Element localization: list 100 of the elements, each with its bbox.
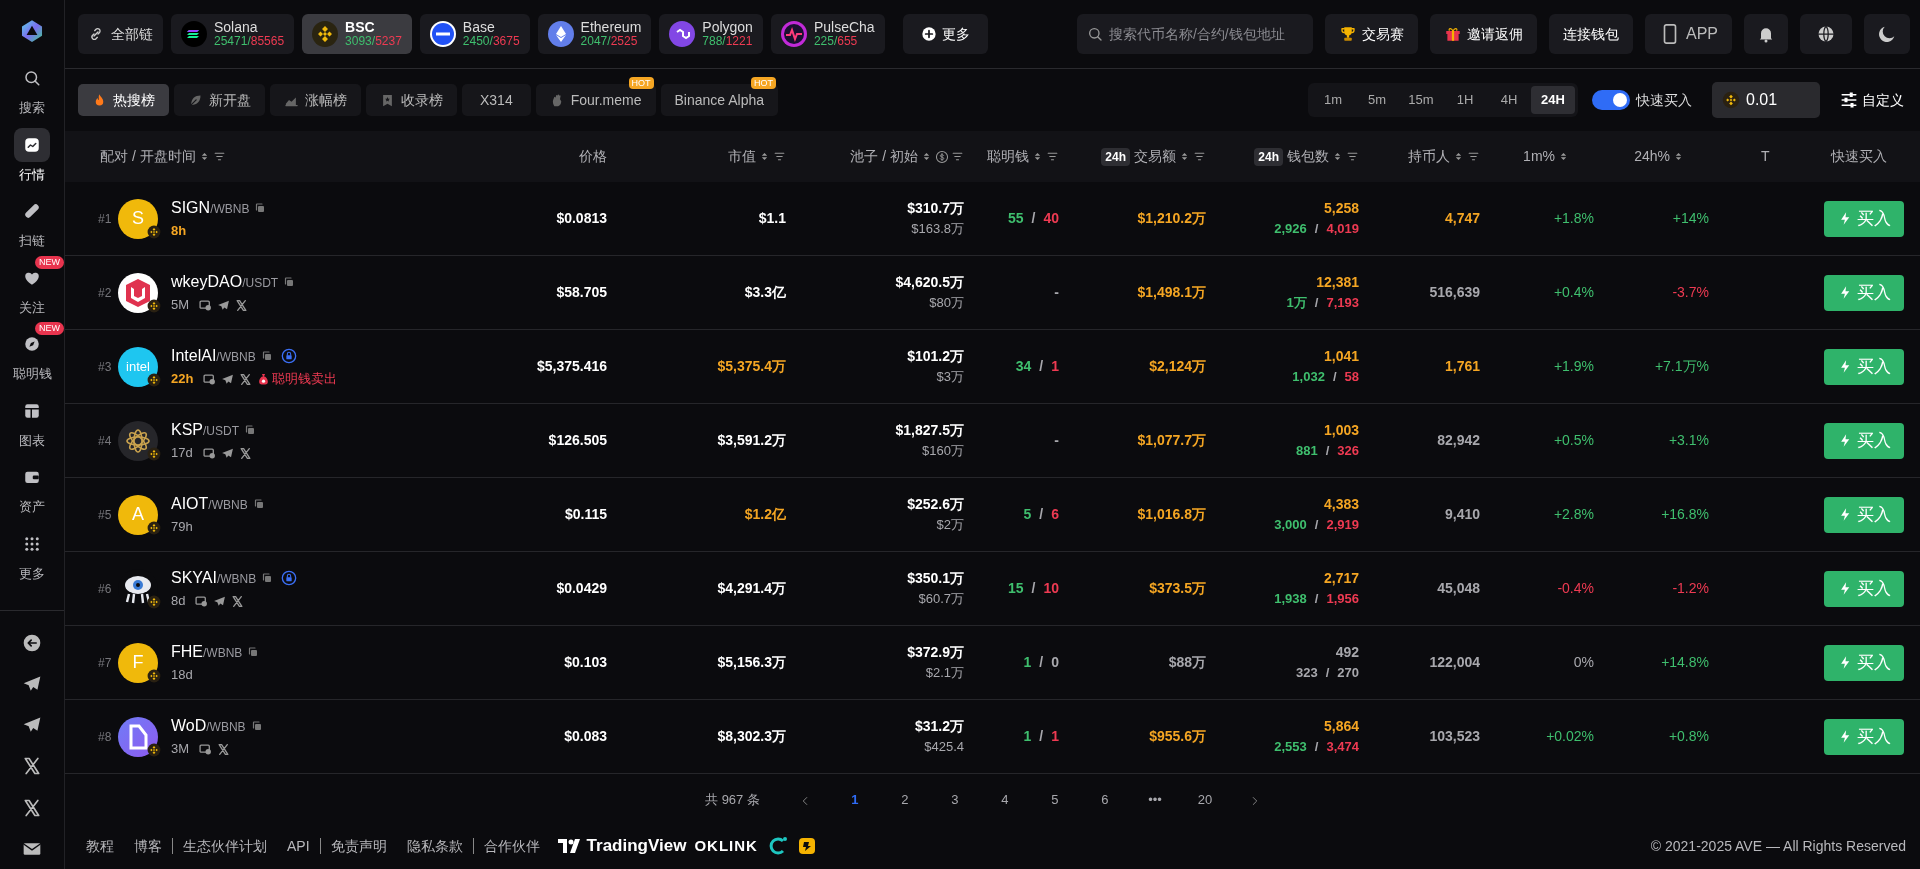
interval-tab[interactable]: 5m <box>1355 86 1399 114</box>
copy-icon[interactable] <box>254 202 267 215</box>
footer-link[interactable]: 免责声明 <box>320 835 397 857</box>
sidebar-item[interactable]: 资产 <box>4 455 60 522</box>
interval-tab[interactable]: 15m <box>1399 86 1443 114</box>
page-button[interactable]: 3 <box>929 789 980 811</box>
sidebar-item[interactable]: 更多 <box>4 521 60 589</box>
chain-tab[interactable]: Polygon 788/1221 <box>659 14 763 54</box>
filter-icon[interactable] <box>1046 150 1059 163</box>
paper-plane-icon[interactable] <box>221 372 235 386</box>
toggle-switch[interactable] <box>1592 90 1630 110</box>
more-button[interactable]: 更多 <box>902 14 988 54</box>
volume-cell: $373.5万 <box>1149 580 1206 596</box>
partner-icon[interactable] <box>797 837 816 855</box>
x-logo-icon[interactable] <box>238 446 252 460</box>
theme-button[interactable] <box>1864 14 1910 54</box>
interval-tab[interactable]: 4H <box>1487 86 1531 114</box>
copy-icon[interactable] <box>247 646 260 659</box>
filter-icon[interactable] <box>1346 150 1359 163</box>
token-pair[interactable]: IntelAI/WBNB <box>171 344 256 369</box>
paper-plane-icon[interactable] <box>213 594 227 608</box>
copy-icon[interactable] <box>250 720 263 733</box>
search-icon <box>23 69 41 88</box>
chain-tab[interactable]: BSC 3093/5237 <box>302 14 412 54</box>
page-button[interactable]: ••• <box>1129 789 1180 811</box>
chain-tab[interactable]: Ethereum 2047/2525 <box>537 14 652 54</box>
website-icon[interactable] <box>203 372 217 386</box>
sidebar-item[interactable]: 搜索 <box>4 56 60 123</box>
search-field[interactable]: 搜索代币名称/合约/钱包地址 <box>1077 14 1313 54</box>
header-button[interactable]: 邀请返佣 <box>1430 14 1537 54</box>
website-icon[interactable] <box>199 742 213 756</box>
interval-tab[interactable]: 24H <box>1531 86 1575 114</box>
filter-tab[interactable]: 新开盘 <box>174 84 265 116</box>
customize-button[interactable]: 自定义 <box>1834 88 1910 112</box>
page-button[interactable]: 20 <box>1179 789 1230 811</box>
website-icon[interactable] <box>202 446 216 460</box>
chain-tab[interactable]: Base 2450/3675 <box>419 14 530 54</box>
change-cell: -0.4% <box>1557 580 1594 596</box>
sidebar-item[interactable]: 行情 <box>4 122 60 190</box>
footer-link[interactable]: 生态伙伴计划 <box>173 835 277 857</box>
token-pair[interactable]: KSP/USDT <box>171 418 239 443</box>
page-button[interactable]: 4 <box>979 789 1030 811</box>
page-button[interactable]: 2 <box>879 789 930 811</box>
paper-plane-icon[interactable] <box>217 298 231 312</box>
page-button[interactable]: 6 <box>1079 789 1130 811</box>
page-button[interactable]: 5 <box>1029 789 1080 811</box>
footer-link[interactable]: API <box>277 835 320 857</box>
chain-tab[interactable]: Solana 25471/85565 <box>171 14 295 54</box>
footer-link[interactable]: 合作伙伴 <box>473 835 550 857</box>
token-pair[interactable]: SIGN/WBNB <box>171 196 250 221</box>
language-button[interactable] <box>1800 14 1852 54</box>
paper-plane-icon[interactable] <box>220 446 234 460</box>
chain-tab[interactable]: 全部链 <box>78 14 163 54</box>
header-button[interactable]: 连接钱包 <box>1549 14 1633 54</box>
notification-button[interactable] <box>1744 14 1788 54</box>
footer-link[interactable]: 隐私条款 <box>396 835 473 857</box>
token-pair[interactable]: WoD/WBNB <box>171 714 246 739</box>
amount-field[interactable]: 0.01 <box>1712 82 1820 118</box>
ring-icon[interactable] <box>767 836 788 856</box>
copy-icon[interactable] <box>252 498 265 511</box>
interval-tab[interactable]: 1m <box>1311 86 1355 114</box>
filter-icon[interactable] <box>212 150 226 163</box>
volume-cell: $88万 <box>1168 654 1206 670</box>
interval-tab[interactable]: 1H <box>1443 86 1487 114</box>
filter-tab[interactable]: 热搜榜 <box>78 84 169 116</box>
token-pair[interactable]: wkeyDAO/USDT <box>171 270 279 295</box>
partner-logo[interactable]: TradingView <box>586 833 687 859</box>
token-pair[interactable]: FHE/WBNB <box>171 640 243 665</box>
x-logo-icon[interactable] <box>217 742 231 756</box>
filter-icon[interactable] <box>951 150 964 163</box>
x-logo-icon[interactable] <box>239 372 253 386</box>
filter-tab[interactable]: 涨幅榜 <box>270 84 361 116</box>
buyer-seller-count: 2,553 / 3,474 <box>1274 738 1359 757</box>
footer-link[interactable]: 博客 <box>124 835 172 857</box>
copy-icon[interactable] <box>260 350 273 363</box>
footer-link[interactable]: 教程 <box>76 835 124 857</box>
filter-tab[interactable]: X314 <box>462 84 531 116</box>
website-icon[interactable] <box>195 594 209 608</box>
filter-icon[interactable] <box>773 150 786 163</box>
filter-tab[interactable]: 收录榜 <box>366 84 457 116</box>
holders-cell: 122,004 <box>1429 654 1480 670</box>
copy-icon[interactable] <box>261 572 274 585</box>
header-button[interactable]: 交易赛 <box>1325 14 1418 54</box>
token-pair[interactable]: AIOT/WBNB <box>171 492 248 517</box>
header-button[interactable]: APP <box>1645 14 1732 54</box>
partner-logo[interactable]: OKLINK <box>694 834 758 858</box>
dollar-circle-icon[interactable] <box>935 149 949 164</box>
x-logo-icon[interactable] <box>231 594 245 608</box>
x-logo-icon[interactable] <box>235 298 249 312</box>
copy-icon[interactable] <box>244 424 256 437</box>
sidebar-item[interactable]: 图表 <box>4 388 60 456</box>
sidebar-item[interactable]: 扫链 <box>4 189 60 256</box>
copy-icon[interactable] <box>283 276 296 289</box>
filter-icon[interactable] <box>1467 150 1480 163</box>
price-cell: $58.705 <box>556 284 607 300</box>
token-pair[interactable]: SKYAI/WBNB <box>171 566 257 591</box>
website-icon[interactable] <box>199 298 213 312</box>
page-button[interactable]: 1 <box>829 789 880 811</box>
filter-icon[interactable] <box>1193 150 1206 163</box>
chain-tab[interactable]: PulseCha 225/655 <box>770 14 885 54</box>
